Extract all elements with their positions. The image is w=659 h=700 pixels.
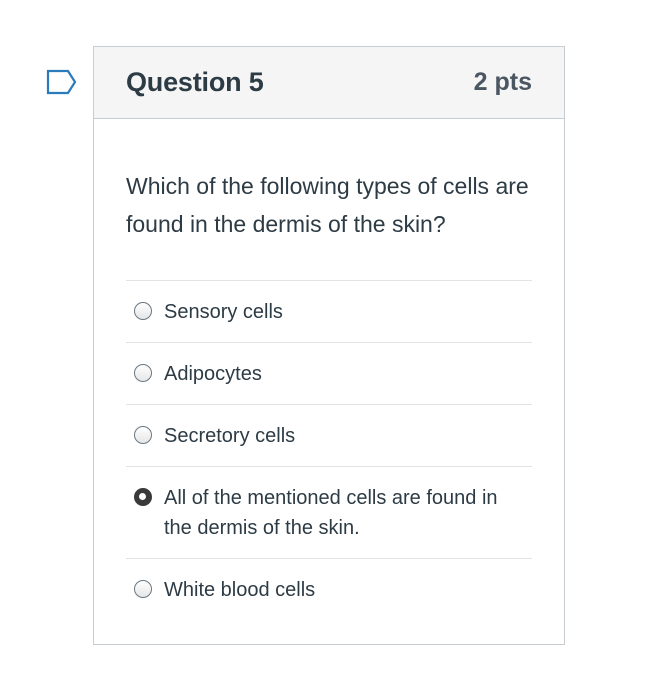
answer-label[interactable]: Secretory cells [164, 421, 524, 451]
flag-question-icon[interactable] [46, 68, 78, 96]
answer-label[interactable]: All of the mentioned cells are found in … [164, 483, 524, 543]
radio-button[interactable] [134, 580, 152, 598]
question-body: Which of the following types of cells ar… [94, 119, 564, 620]
answer-option[interactable]: White blood cells [126, 559, 532, 620]
answer-label[interactable]: White blood cells [164, 575, 524, 605]
answer-label[interactable]: Sensory cells [164, 297, 524, 327]
radio-button[interactable] [134, 302, 152, 320]
question-text: Which of the following types of cells ar… [126, 173, 529, 237]
question-points: 2 pts [473, 68, 532, 96]
question-header: Question 5 2 pts [94, 47, 564, 119]
question-card: Question 5 2 pts Which of the following … [93, 46, 565, 645]
answer-option[interactable]: Secretory cells [126, 405, 532, 467]
answer-option[interactable]: Sensory cells [126, 281, 532, 343]
radio-button[interactable] [134, 488, 152, 506]
radio-button[interactable] [134, 364, 152, 382]
radio-button[interactable] [134, 426, 152, 444]
answer-list: Sensory cells Adipocytes Secretory cells… [126, 280, 532, 620]
answer-option[interactable]: Adipocytes [126, 343, 532, 405]
question-title: Question 5 [126, 67, 264, 97]
answer-label[interactable]: Adipocytes [164, 359, 524, 389]
answer-option[interactable]: All of the mentioned cells are found in … [126, 467, 532, 559]
